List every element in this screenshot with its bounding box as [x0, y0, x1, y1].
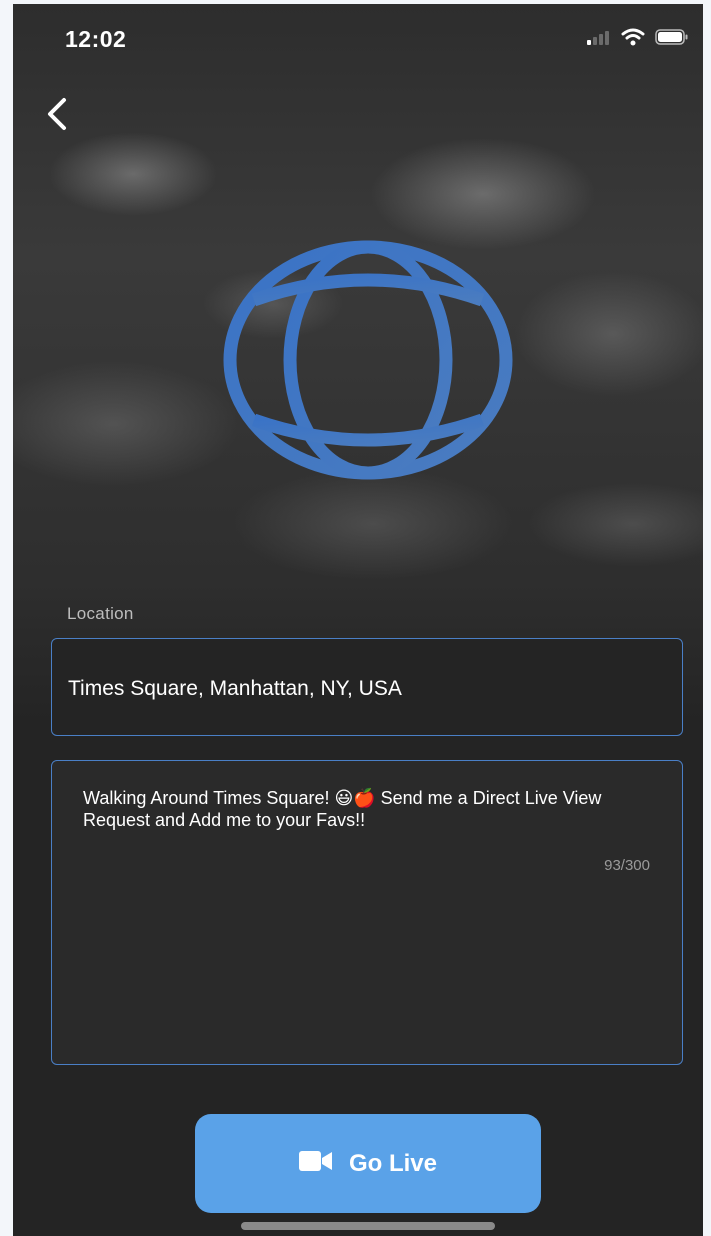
status-icons [587, 28, 689, 51]
chevron-left-icon [44, 96, 70, 137]
video-camera-icon [298, 1149, 333, 1178]
location-value: Times Square, Manhattan, NY, USA [68, 677, 402, 700]
go-live-button[interactable]: Go Live [195, 1114, 541, 1213]
location-label: Location [67, 604, 134, 623]
home-indicator [241, 1222, 495, 1230]
description-text: Walking Around Times Square! 😃🍎 Send me … [83, 788, 602, 830]
phone-screen: 12:02 Location Times Square, Manhattan, … [13, 4, 703, 1236]
status-time: 12:02 [65, 26, 127, 52]
go-live-label: Go Live [348, 1149, 438, 1177]
character-counter: 93/300 [604, 857, 650, 874]
battery-icon [655, 28, 689, 51]
screen-backdrop: 12:02 Location Times Square, Manhattan, … [0, 0, 711, 1236]
location-field[interactable]: Times Square, Manhattan, NY, USA [51, 638, 683, 736]
globe-icon [222, 240, 514, 480]
status-bar: 12:02 [13, 4, 703, 80]
back-button[interactable] [37, 94, 77, 138]
wifi-icon [621, 28, 645, 51]
description-textarea[interactable]: Walking Around Times Square! 😃🍎 Send me … [51, 760, 683, 1065]
cellular-signal-icon [587, 29, 611, 50]
